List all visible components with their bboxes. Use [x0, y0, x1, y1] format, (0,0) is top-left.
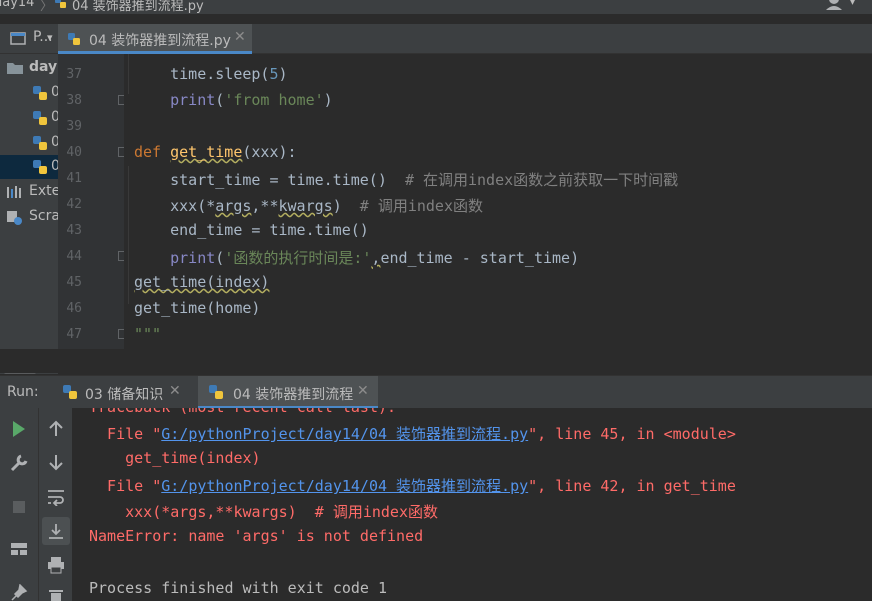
line-number: 44 — [66, 249, 82, 264]
arrow-down-icon[interactable] — [47, 453, 65, 471]
close-icon[interactable]: ✕ — [357, 383, 369, 399]
line-number: 37 — [66, 67, 82, 82]
close-icon[interactable]: ✕ — [169, 383, 181, 399]
python-icon — [63, 385, 77, 399]
breadcrumb-separator: 〉 — [40, 0, 54, 14]
run-icon[interactable] — [11, 420, 27, 438]
code-line: get_time(index) — [134, 273, 270, 291]
file-link[interactable]: G:/pythonProject/day14/04 装饰器推到流程.py — [161, 477, 528, 495]
tree-file-item[interactable]: 0 — [0, 106, 58, 130]
run-tab-label: 04 装饰器推到流程 — [233, 387, 354, 403]
line-number: 47 — [66, 327, 82, 342]
console-exit-line: Process finished with exit code 1 — [89, 579, 388, 597]
folder-icon — [7, 63, 23, 74]
run-tab-03[interactable]: 03 储备知识 ✕ — [56, 376, 196, 408]
console-line: xxx(*args,**kwargs) # 调用index函数 — [89, 503, 438, 521]
line-number: 45 — [66, 275, 82, 290]
editor-tab-bar: P... ▾ 04 装饰器推到流程.py ✕ — [0, 24, 872, 54]
python-icon — [209, 385, 223, 399]
python-file-icon — [33, 111, 47, 125]
tree-external-label: Exte — [29, 183, 58, 199]
python-file-icon — [55, 0, 66, 8]
navigation-bar: day14 〉 04 装饰器推到流程.py ▾ — [0, 0, 872, 14]
stop-icon[interactable] — [11, 499, 27, 515]
project-panel: day1 0 0 0 0 Exte Scra — [0, 54, 58, 374]
line-number: 43 — [66, 223, 82, 238]
code-line: start_time = time.time() # 在调用index函数之前获… — [134, 171, 679, 189]
run-tab-04[interactable]: 04 装饰器推到流程 ✕ — [198, 376, 378, 409]
run-toolbar-left — [0, 408, 38, 601]
file-link[interactable]: G:/pythonProject/day14/04 装饰器推到流程.py — [161, 425, 528, 443]
python-file-icon — [68, 33, 80, 45]
project-tool-tab[interactable]: P... ▾ — [0, 24, 58, 54]
tab-04-decorator[interactable]: 04 装饰器推到流程.py ✕ — [58, 24, 252, 54]
libraries-icon — [7, 186, 21, 198]
code-line: time.sleep(5) — [134, 65, 288, 83]
layout-icon[interactable] — [9, 541, 29, 557]
line-number: 41 — [66, 171, 82, 186]
code-line: get_time(home) — [134, 299, 261, 317]
tree-file-label: 0 — [51, 84, 58, 100]
tree-root-folder[interactable]: day1 — [0, 56, 58, 80]
breadcrumb-file[interactable]: 04 装饰器推到流程.py — [72, 0, 204, 14]
pin-icon[interactable] — [10, 584, 28, 601]
indent-guide — [128, 54, 129, 94]
tab-label: 04 装饰器推到流程.py — [89, 33, 231, 49]
console-line: File "G:/pythonProject/day14/04 装饰器推到流程.… — [89, 477, 736, 495]
python-file-icon — [33, 160, 47, 174]
scroll-to-end-icon — [49, 524, 63, 539]
tree-scratches-label: Scra — [29, 208, 58, 224]
wrench-icon[interactable] — [9, 453, 29, 473]
code-line: end_time = time.time() — [134, 221, 369, 239]
breadcrumb-folder[interactable]: day14 — [0, 0, 34, 10]
user-icon[interactable] — [826, 0, 848, 12]
project-window-icon — [10, 32, 26, 45]
tree-root-label: day1 — [29, 59, 58, 75]
editor-horizontal-scroll-area — [0, 349, 872, 373]
run-console-output[interactable]: Traceback (most recent call last): File … — [72, 408, 872, 601]
code-line: print('函数的执行时间是:',end_time - start_time) — [170, 249, 580, 267]
editor-gutter: 37 38 39 40 41 42 43 44 45 46 47 — [58, 54, 128, 349]
line-number: 40 — [66, 145, 82, 160]
line-number: 42 — [66, 197, 82, 212]
python-file-icon — [33, 136, 47, 150]
indent-guide — [128, 166, 129, 304]
print-icon[interactable] — [47, 556, 65, 574]
line-number: 46 — [66, 301, 82, 316]
console-error-line: NameError: name 'args' is not defined — [89, 527, 424, 545]
tree-file-label: 0 — [51, 158, 58, 174]
tree-file-label: 0 — [51, 134, 58, 150]
tree-external-libraries[interactable]: Exte — [0, 180, 58, 204]
tree-file-item-selected[interactable]: 0 — [0, 155, 58, 179]
code-line: xxx(*args,**kwargs) # 调用index函数 — [134, 197, 483, 215]
scroll-to-end-button[interactable] — [42, 517, 70, 545]
code-editor[interactable]: time.sleep(5) print('from home') def get… — [124, 54, 872, 349]
console-line: File "G:/pythonProject/day14/04 装饰器推到流程.… — [89, 425, 736, 443]
code-line: def get_time(xxx): — [134, 143, 297, 161]
console-line: get_time(index) — [89, 449, 261, 467]
line-number: 38 — [66, 93, 82, 108]
run-toolbar-right — [38, 408, 72, 601]
soft-wrap-icon[interactable] — [46, 488, 66, 506]
scratches-icon — [7, 211, 22, 225]
tree-file-label: 0 — [51, 109, 58, 125]
line-number: 39 — [66, 119, 82, 134]
tree-file-item[interactable]: 0 — [0, 131, 58, 155]
code-line: print('from home') — [170, 91, 333, 109]
trash-icon[interactable] — [47, 589, 65, 601]
arrow-up-icon[interactable] — [47, 420, 65, 438]
user-dropdown-icon[interactable]: ▾ — [850, 0, 855, 8]
tree-scratches[interactable]: Scra — [0, 205, 58, 229]
console-line: Traceback (most recent call last): — [89, 408, 396, 416]
run-tab-label: 03 储备知识 — [85, 387, 164, 403]
run-tool-window-header: Run: 03 储备知识 ✕ 04 装饰器推到流程 ✕ — [0, 375, 872, 409]
close-icon[interactable]: ✕ — [234, 29, 246, 45]
project-dropdown-icon[interactable]: ▾ — [47, 31, 53, 44]
python-file-icon — [33, 86, 47, 100]
run-label: Run: — [7, 384, 39, 400]
tree-file-item[interactable]: 0 — [0, 81, 58, 105]
code-line: """ — [134, 325, 162, 343]
